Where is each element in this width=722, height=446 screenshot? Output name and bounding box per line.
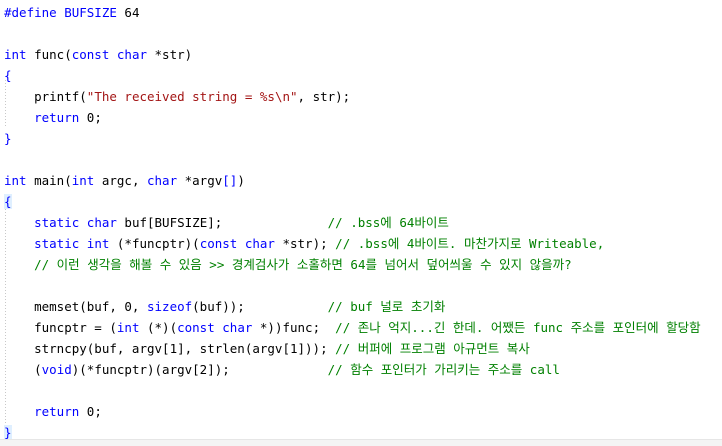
horizontal-scrollbar[interactable] xyxy=(0,439,722,446)
code-token: { xyxy=(4,194,12,209)
code-editor[interactable]: #define BUFSIZE 64 int func(const char *s… xyxy=(0,0,722,446)
code-token: (*)( xyxy=(139,320,178,335)
code-token: memset(buf, 0, xyxy=(4,299,147,314)
code-token: funcptr = ( xyxy=(4,320,117,335)
code-line: #define BUFSIZE 64 xyxy=(4,2,139,23)
code-token: const char xyxy=(71,47,147,62)
code-line: { xyxy=(4,65,12,86)
code-line: funcptr = (int (*)(const char *))func; /… xyxy=(4,317,701,338)
code-token: *str); xyxy=(274,236,336,251)
code-line: } xyxy=(4,128,12,149)
code-token: return xyxy=(34,404,80,419)
code-token: 0; xyxy=(79,404,102,419)
code-token: argc, xyxy=(94,173,147,188)
code-token: (buf)); xyxy=(192,299,328,314)
code-token: printf( xyxy=(4,89,87,104)
code-token: int xyxy=(116,320,140,335)
code-token: strncpy(buf, argv[1], strlen(argv[1])); xyxy=(4,341,336,356)
code-token: static int xyxy=(34,236,110,251)
code-token: , str); xyxy=(297,89,351,104)
code-token: *))func; xyxy=(252,320,336,335)
code-token: ) xyxy=(237,173,245,188)
code-token: return xyxy=(34,110,80,125)
code-token: *str) xyxy=(147,47,193,62)
code-line: // 이런 생각을 해볼 수 있음 >> 경계검사가 소홀하면 64를 넘어서 … xyxy=(4,254,572,275)
code-line: return 0; xyxy=(4,107,102,128)
code-token: "The received string = %s\n" xyxy=(86,89,298,104)
code-token: #define BUFSIZE xyxy=(4,5,125,20)
code-token: // 존나 억지...긴 한데. 어쨌든 func 주소를 포인터에 할당함 xyxy=(335,320,701,335)
code-token: // .bss에 64바이트 xyxy=(327,215,449,230)
code-token: func( xyxy=(26,47,72,62)
code-line: printf("The received string = %s\n", str… xyxy=(4,86,350,107)
code-token: main( xyxy=(26,173,72,188)
code-token: sizeof xyxy=(147,299,193,314)
code-line: int func(const char *str) xyxy=(4,44,192,65)
code-token: 64 xyxy=(124,5,140,20)
code-token: )(*funcptr)(argv[2]); xyxy=(71,362,328,377)
code-line: static char buf[BUFSIZE]; // .bss에 64바이트 xyxy=(4,212,449,233)
code-token: *argv xyxy=(177,173,223,188)
code-token: // 버퍼에 프로그램 아규먼트 복사 xyxy=(335,341,530,356)
code-token: (*funcptr)( xyxy=(109,236,200,251)
code-token: // 함수 포인터가 가리키는 주소를 call xyxy=(327,362,560,377)
code-line: int main(int argc, char *argv[]) xyxy=(4,170,245,191)
code-line: (void)(*funcptr)(argv[2]); // 함수 포인터가 가리… xyxy=(4,359,560,380)
code-token: int xyxy=(71,173,95,188)
code-token: 0; xyxy=(79,110,102,125)
code-line: return 0; xyxy=(4,401,102,422)
code-token: } xyxy=(4,131,12,146)
code-line: strncpy(buf, argv[1], strlen(argv[1])); … xyxy=(4,338,530,359)
code-token: int xyxy=(4,47,27,62)
code-token: } xyxy=(4,425,12,440)
code-line: memset(buf, 0, sizeof(buf)); // buf 널로 초… xyxy=(4,296,445,317)
code-token: // buf 널로 초기화 xyxy=(327,299,446,314)
code-token: static char xyxy=(34,215,117,230)
code-token: void xyxy=(41,362,72,377)
code-token: [] xyxy=(222,173,238,188)
code-token: const char xyxy=(177,320,253,335)
code-token: int xyxy=(4,173,27,188)
code-line: { xyxy=(4,191,12,212)
code-token: // 이런 생각을 해볼 수 있음 >> 경계검사가 소홀하면 64를 넘어서 … xyxy=(4,257,572,272)
code-token: buf[BUFSIZE]; xyxy=(116,215,328,230)
code-token: char xyxy=(147,173,178,188)
code-token: const char xyxy=(199,236,275,251)
code-line: static int (*funcptr)(const char *str); … xyxy=(4,233,604,254)
code-token: { xyxy=(4,68,12,83)
code-token: // .bss에 4바이트. 마찬가지로 Writeable, xyxy=(335,236,605,251)
code-token: ( xyxy=(4,362,42,377)
